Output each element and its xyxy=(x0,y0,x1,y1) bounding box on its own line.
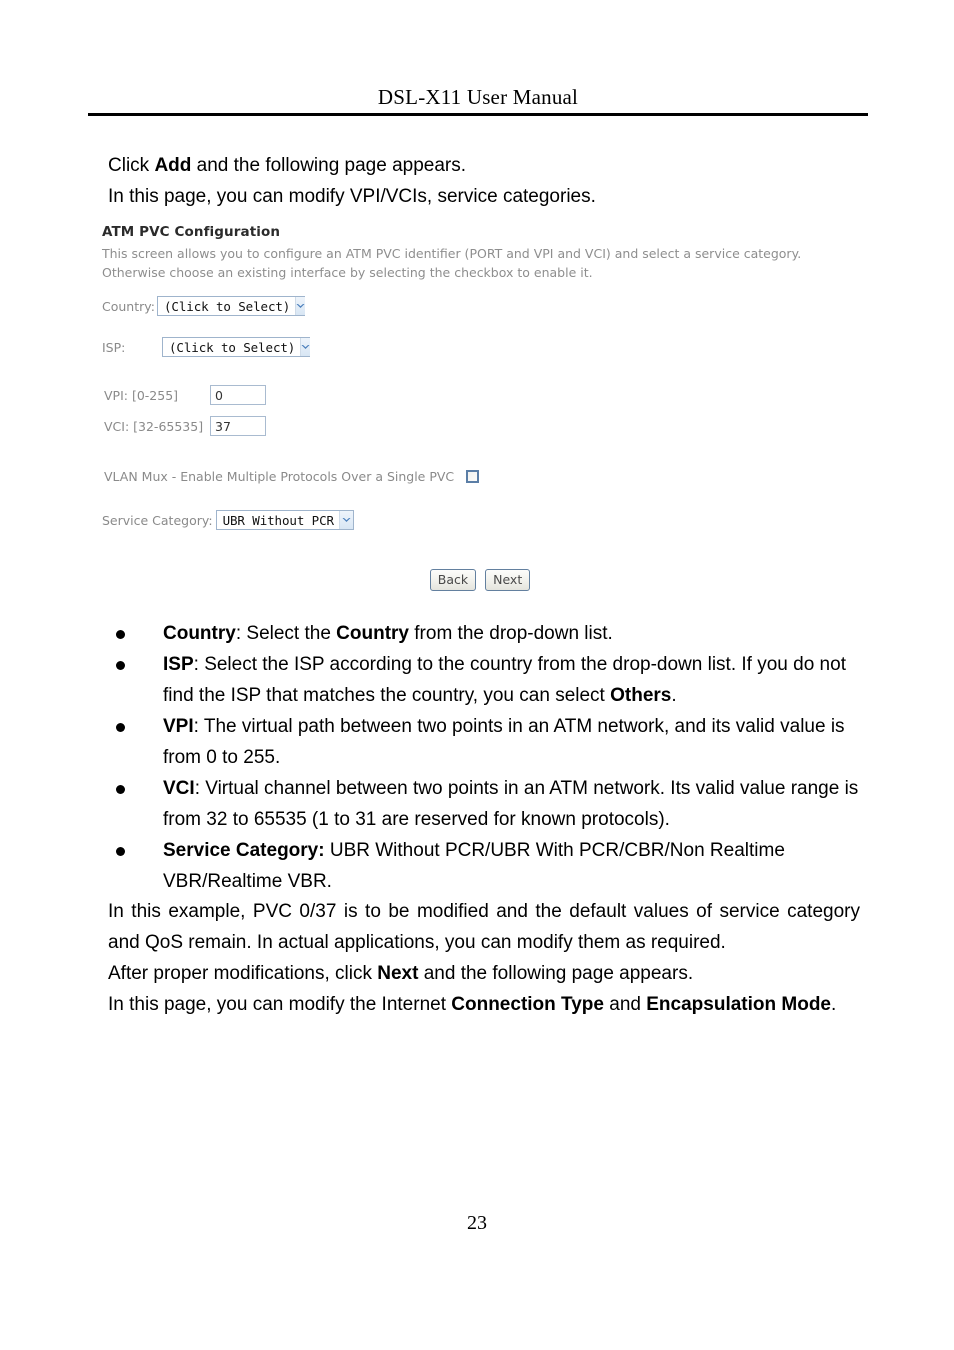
intro-line-1: Click Add and the following page appears… xyxy=(108,150,868,181)
bullet-text-a: Select the ISP according to the country … xyxy=(163,654,846,706)
bullet-text-a: Select the xyxy=(246,623,337,644)
paragraph-after-modifications: After proper modifications, click Next a… xyxy=(108,958,860,989)
para3-post: . xyxy=(831,994,837,1015)
header-rule xyxy=(88,113,868,116)
service-category-select-value: UBR Without PCR xyxy=(222,512,334,528)
list-item: VPI: The virtual path between two points… xyxy=(108,711,860,773)
bullet-term: Country xyxy=(163,623,236,644)
country-select[interactable]: (Click to Select) xyxy=(157,296,306,316)
bullet-dot-icon xyxy=(116,661,125,670)
bullet-text-a: Virtual channel between two points in an… xyxy=(163,778,859,830)
list-item: VCI: Virtual channel between two points … xyxy=(108,773,860,835)
atm-pvc-configuration-screenshot: ATM PVC Configuration This screen allows… xyxy=(100,224,860,604)
bullet-term: ISP xyxy=(163,654,194,675)
bullet-sep: : xyxy=(194,778,206,799)
bullet-dot-icon xyxy=(116,785,125,794)
parameter-bullet-list: Country: Select the Country from the dro… xyxy=(108,618,860,897)
isp-field-row: ISP: (Click to Select) xyxy=(102,337,311,357)
next-button[interactable]: Next xyxy=(485,569,531,591)
bullet-text-b: . xyxy=(671,685,677,706)
list-item: Service Category: UBR Without PCR/UBR Wi… xyxy=(108,835,860,897)
isp-label: ISP: xyxy=(102,339,126,355)
panel-button-row: Back Next xyxy=(100,569,860,591)
intro-text: Click Add and the following page appears… xyxy=(108,150,868,212)
bullet-text-b: from the drop-down list. xyxy=(409,623,613,644)
chevron-down-icon xyxy=(295,297,306,315)
list-item: Country: Select the Country from the dro… xyxy=(108,618,860,649)
running-head: DSL-X11 User Manual xyxy=(88,84,868,110)
country-label: Country: xyxy=(102,298,155,314)
intro-line-1-pre: Click xyxy=(108,155,155,176)
page-number: 23 xyxy=(467,1212,487,1234)
para3-pre: In this page, you can modify the Interne… xyxy=(108,994,452,1015)
vci-label: VCI: [32-65535] xyxy=(104,418,204,434)
vpi-input[interactable]: 0 xyxy=(210,385,266,405)
para2-post: and the following page appears. xyxy=(418,963,694,984)
bullet-sep: : xyxy=(193,716,204,737)
para2-pre: After proper modifications, click xyxy=(108,963,378,984)
list-item: ISP: Select the ISP according to the cou… xyxy=(108,649,860,711)
bullet-term: VPI xyxy=(163,716,194,737)
country-field-row: Country: (Click to Select) xyxy=(102,296,306,316)
bullet-dot-icon xyxy=(116,723,125,732)
isp-select[interactable]: (Click to Select) xyxy=(162,337,311,357)
panel-description: This screen allows you to configure an A… xyxy=(102,246,802,280)
service-category-select[interactable]: UBR Without PCR xyxy=(215,510,354,530)
bullet-dot-icon xyxy=(116,630,125,639)
para2-bold: Next xyxy=(377,963,419,984)
bullet-term: VCI xyxy=(163,778,195,799)
vlan-mux-checkbox[interactable] xyxy=(466,470,480,483)
bullet-sep: : xyxy=(193,654,205,675)
vlan-mux-row: VLAN Mux - Enable Multiple Protocols Ove… xyxy=(104,469,480,484)
vpi-field-row: VPI: [0-255] 0 xyxy=(104,385,266,405)
para3-bold-2: Encapsulation Mode xyxy=(646,994,831,1015)
paragraph-connection-type: In this page, you can modify the Interne… xyxy=(108,989,860,1020)
closing-paragraphs: In this example, PVC 0/37 is to be modif… xyxy=(108,896,860,1020)
vlan-mux-label: VLAN Mux - Enable Multiple Protocols Ove… xyxy=(104,469,455,484)
bullet-text-a: The virtual path between two points in a… xyxy=(163,716,845,768)
running-head-title: DSL-X11 User Manual xyxy=(377,85,579,109)
service-category-row: Service Category: UBR Without PCR xyxy=(102,510,354,530)
bullet-emph: Others xyxy=(610,685,672,706)
bullet-term: Service Category: xyxy=(163,840,325,861)
service-category-label: Service Category: xyxy=(102,512,213,528)
intro-line-2: In this page, you can modify VPI/VCIs, s… xyxy=(108,186,596,207)
vci-input[interactable]: 37 xyxy=(210,416,266,436)
chevron-down-icon xyxy=(338,511,353,529)
para3-bold-1: Connection Type xyxy=(451,994,604,1015)
bullet-sep: : xyxy=(235,623,247,644)
bullet-emph: Country xyxy=(336,623,409,644)
country-select-value: (Click to Select) xyxy=(164,298,291,314)
para3-mid: and xyxy=(603,994,647,1015)
paragraph-example: In this example, PVC 0/37 is to be modif… xyxy=(108,901,860,953)
intro-line-1-bold: Add xyxy=(154,155,192,176)
isp-select-value: (Click to Select) xyxy=(169,339,296,355)
panel-title: ATM PVC Configuration xyxy=(102,224,281,240)
back-button[interactable]: Back xyxy=(429,569,477,591)
vpi-label: VPI: [0-255] xyxy=(104,387,179,403)
intro-line-1-post: and the following page appears. xyxy=(191,155,467,176)
bullet-dot-icon xyxy=(116,847,125,856)
vci-field-row: VCI: [32-65535] 37 xyxy=(104,416,266,436)
chevron-down-icon xyxy=(300,338,311,356)
